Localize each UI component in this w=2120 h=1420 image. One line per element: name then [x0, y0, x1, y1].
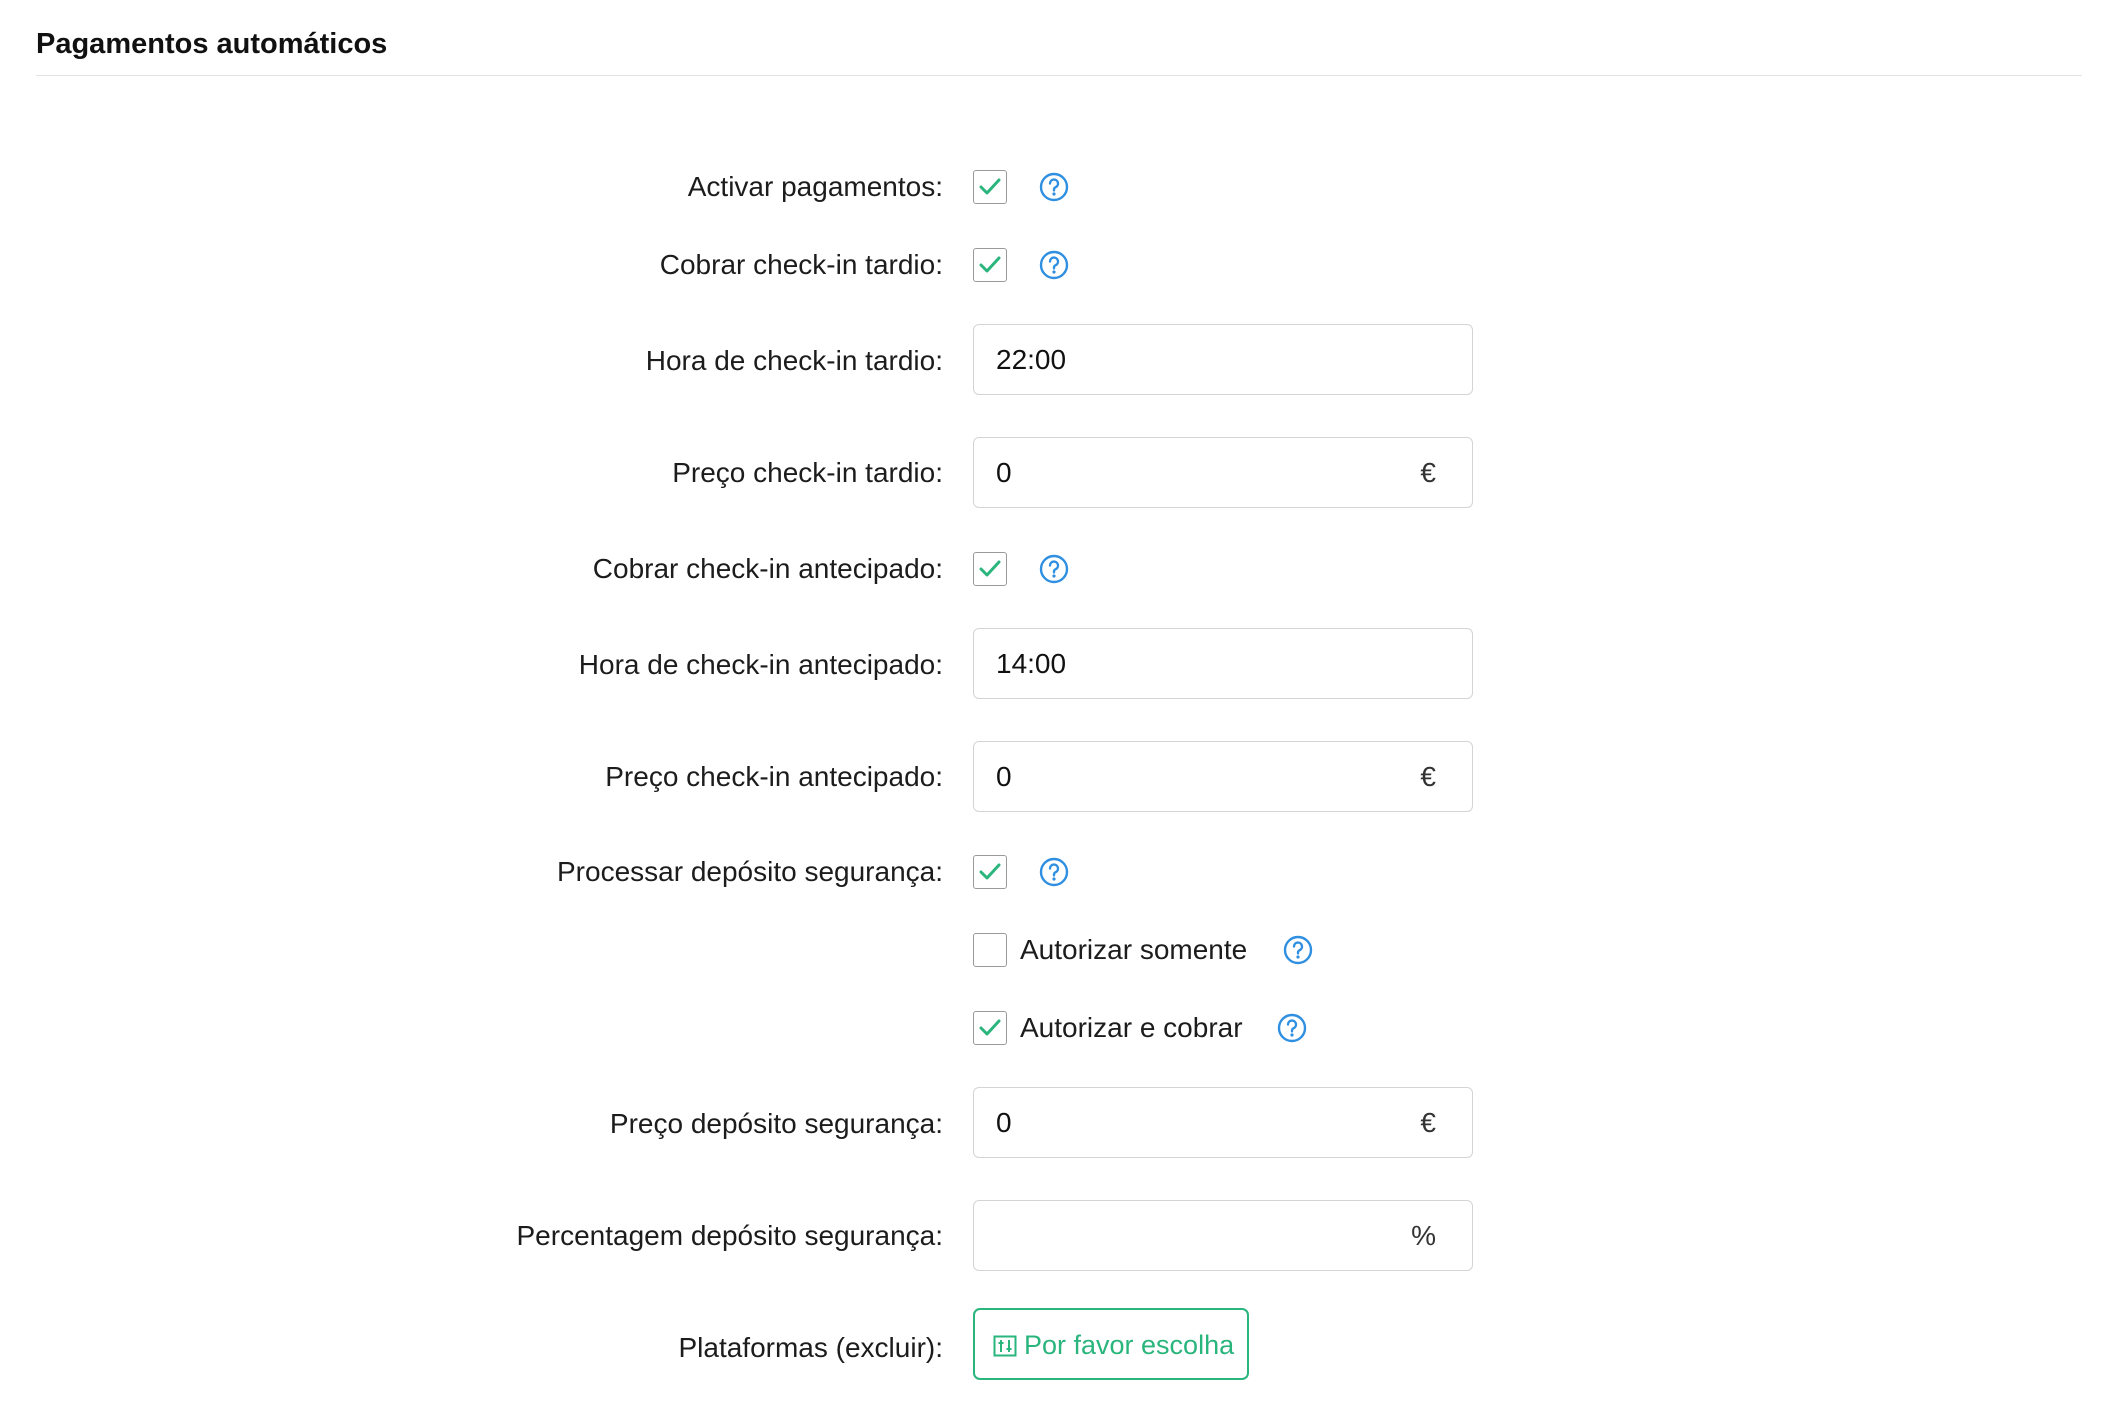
- euro-suffix: €: [1420, 457, 1436, 488]
- early-checkin-price-label: Preço check-in antecipado:: [605, 761, 943, 792]
- choose-platforms-button[interactable]: Por favor escolha: [973, 1308, 1249, 1380]
- activate-payments-checkbox[interactable]: [973, 170, 1007, 204]
- late-checkin-price-input[interactable]: 0 €: [973, 437, 1473, 508]
- section-title: Pagamentos automáticos: [36, 28, 388, 60]
- check-icon: [979, 1019, 1001, 1036]
- deposit-price-value: 0: [996, 1107, 1012, 1138]
- charge-early-checkin-label: Cobrar check-in antecipado:: [592, 553, 943, 584]
- deposit-percentage-label: Percentagem depósito segurança:: [516, 1220, 944, 1251]
- check-icon: [979, 178, 1001, 195]
- late-checkin-time-input[interactable]: 22:00: [973, 324, 1473, 395]
- check-icon: [979, 863, 1001, 880]
- filter-list-icon: [993, 1335, 1017, 1357]
- activate-payments-label: Activar pagamentos:: [687, 171, 943, 202]
- question-circle-icon[interactable]: [1039, 250, 1069, 280]
- early-checkin-price-value: 0: [996, 761, 1012, 792]
- question-circle-icon[interactable]: [1277, 1013, 1307, 1043]
- choose-platforms-button-label: Por favor escolha: [1024, 1330, 1235, 1360]
- charge-late-checkin-checkbox[interactable]: [973, 248, 1007, 282]
- early-checkin-time-input[interactable]: 14:00: [973, 628, 1473, 699]
- euro-suffix: €: [1420, 761, 1436, 792]
- late-checkin-price-value: 0: [996, 457, 1012, 488]
- late-checkin-time-label: Hora de check-in tardio:: [645, 345, 943, 376]
- deposit-price-label: Preço depósito segurança:: [609, 1108, 943, 1139]
- euro-suffix: €: [1420, 1107, 1436, 1138]
- question-circle-icon[interactable]: [1039, 554, 1069, 584]
- authorize-and-charge-label: Autorizar e cobrar: [1020, 1012, 1243, 1043]
- process-deposit-label: Processar depósito segurança:: [557, 856, 943, 887]
- early-checkin-time-value: 14:00: [996, 648, 1067, 679]
- check-icon: [979, 560, 1001, 577]
- charge-early-checkin-checkbox[interactable]: [973, 552, 1007, 586]
- authorize-and-charge-checkbox[interactable]: [973, 1011, 1007, 1045]
- authorize-only-label: Autorizar somente: [1020, 934, 1248, 965]
- percent-suffix: %: [1411, 1220, 1436, 1251]
- question-circle-icon[interactable]: [1039, 172, 1069, 202]
- platforms-exclude-label: Plataformas (excluir):: [678, 1332, 943, 1363]
- late-checkin-time-value: 22:00: [996, 344, 1067, 375]
- deposit-percentage-input[interactable]: %: [973, 1200, 1473, 1271]
- check-icon: [979, 256, 1001, 273]
- deposit-price-input[interactable]: 0 €: [973, 1087, 1473, 1158]
- late-checkin-price-label: Preço check-in tardio:: [672, 457, 943, 488]
- question-circle-icon[interactable]: [1283, 935, 1313, 965]
- question-circle-icon[interactable]: [1039, 857, 1069, 887]
- section-divider: [36, 75, 2082, 76]
- authorize-only-checkbox[interactable]: [973, 933, 1007, 967]
- early-checkin-price-input[interactable]: 0 €: [973, 741, 1473, 812]
- early-checkin-time-label: Hora de check-in antecipado:: [578, 649, 943, 680]
- charge-late-checkin-label: Cobrar check-in tardio:: [659, 249, 943, 280]
- process-deposit-checkbox[interactable]: [973, 855, 1007, 889]
